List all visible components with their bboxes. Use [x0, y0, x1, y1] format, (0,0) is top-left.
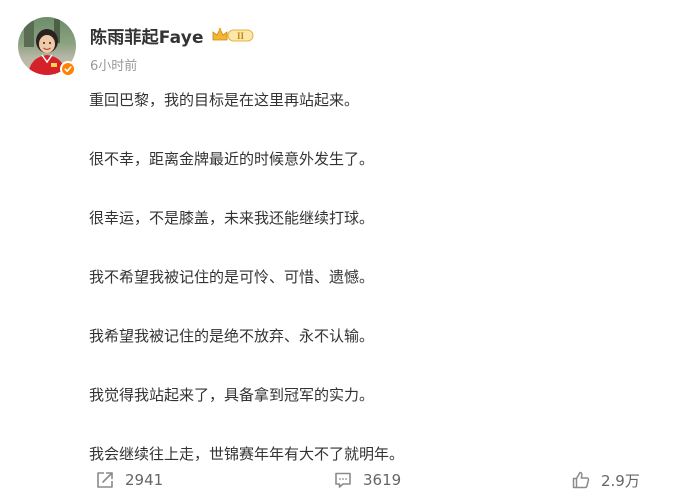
like-count: 2.9万	[601, 471, 640, 490]
post-timestamp[interactable]: 6小时前	[90, 55, 137, 74]
badge-level-text: II	[237, 31, 245, 41]
author-row: 陈雨菲起Faye II	[90, 22, 255, 48]
repost-count: 2941	[125, 471, 164, 489]
like-button[interactable]: 2.9万	[571, 468, 640, 492]
post-paragraph: 我不希望我被记住的是可怜、可惜、遗憾。	[89, 268, 375, 286]
comment-bubble-icon	[335, 472, 351, 488]
post-paragraph: 很幸运，不是膝盖，未来我还能继续打球。	[89, 209, 375, 227]
repost-button[interactable]: 2941	[95, 468, 163, 492]
comment-count: 3619	[363, 471, 402, 489]
post-paragraph: 很不幸，距离金牌最近的时候意外发生了。	[89, 150, 375, 168]
crown-member-badge-icon[interactable]: II	[211, 26, 255, 44]
post-paragraph: 我希望我被记住的是绝不放弃、永不认输。	[89, 327, 375, 345]
thumbs-up-icon	[572, 471, 590, 489]
post-paragraph: 我会继续往上走，世锦赛年年有大不了就明年。	[89, 445, 405, 463]
repost-arrow-icon	[97, 472, 113, 488]
weibo-post-card: 陈雨菲起Faye II 6小时前 重回巴黎，我的目标是在这里再站起来。 很不幸，…	[0, 0, 690, 499]
orange-verified-badge-icon	[60, 61, 76, 77]
post-paragraph: 我觉得我站起来了，具备拿到冠军的实力。	[89, 386, 375, 404]
post-content: 重回巴黎，我的目标是在这里再站起来。 很不幸，距离金牌最近的时候意外发生了。 很…	[89, 88, 649, 499]
comment-button[interactable]: 3619	[333, 468, 401, 492]
post-actions-bar: 2941 3619 2.9万	[0, 468, 690, 492]
post-paragraph: 重回巴黎，我的目标是在这里再站起来。	[89, 91, 360, 109]
author-name[interactable]: 陈雨菲起Faye	[90, 23, 204, 48]
